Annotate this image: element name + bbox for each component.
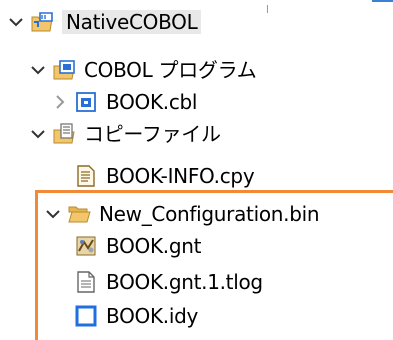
highlight-box [35, 190, 393, 340]
cobol-project-icon [30, 10, 54, 34]
copybook-file-icon [74, 164, 98, 188]
tree-item-cobol-programs[interactable]: COBOL プログラム [30, 52, 257, 88]
copybook-folder-icon [52, 122, 76, 146]
tree-item-copybooks[interactable]: コピーファイル [30, 116, 221, 152]
tree-item-label: コピーファイル [84, 122, 221, 146]
tree-item-book-cbl[interactable]: BOOK.cbl [52, 84, 197, 120]
chevron-down-icon[interactable] [30, 62, 46, 78]
tree-item-book-info-cpy[interactable]: BOOK-INFO.cpy [74, 158, 255, 194]
top-accent-line [372, 0, 393, 2]
chevron-down-icon[interactable] [30, 126, 46, 142]
chevron-right-icon[interactable] [52, 94, 68, 110]
tree-item-label: BOOK.cbl [106, 90, 198, 114]
tree-item-label: COBOL プログラム [84, 58, 257, 82]
tree-item-label: NativeCOBOL [62, 10, 202, 34]
program-folder-icon [52, 58, 76, 82]
chevron-down-icon[interactable] [8, 14, 24, 30]
cobol-source-icon [74, 90, 98, 114]
tree-item-project[interactable]: NativeCOBOL [8, 4, 202, 40]
top-tick-mark [267, 5, 268, 13]
tree-item-label: BOOK-INFO.cpy [106, 164, 255, 188]
